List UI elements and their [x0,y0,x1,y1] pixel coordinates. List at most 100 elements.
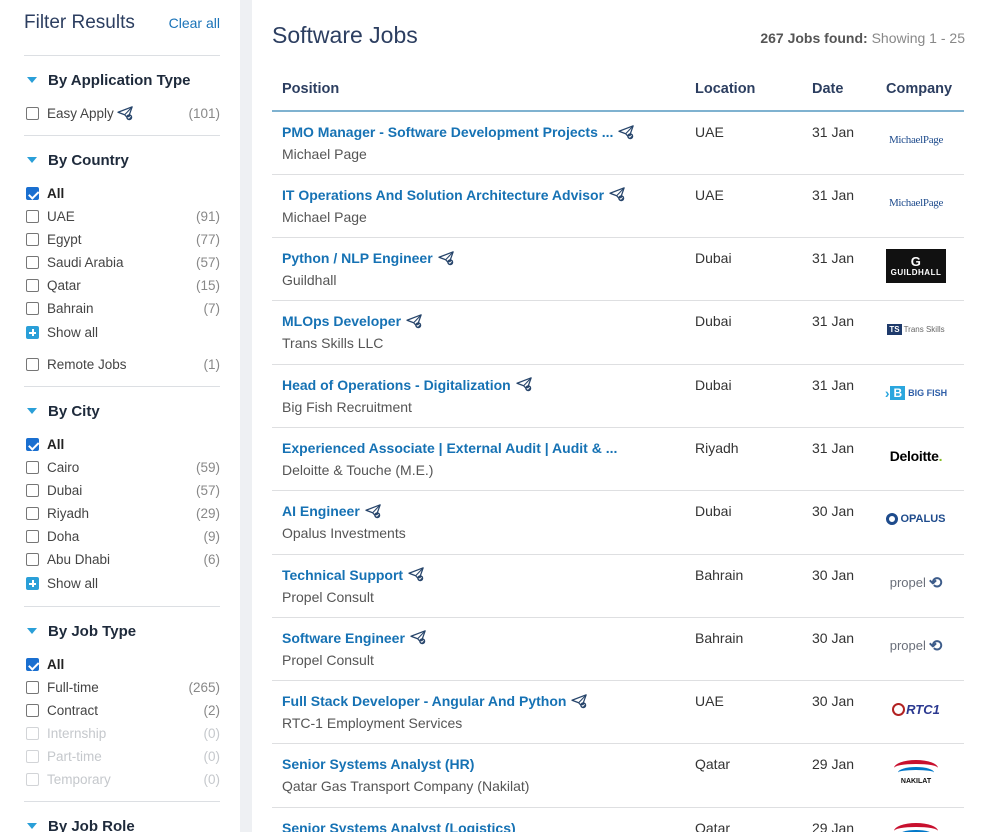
column-header-company[interactable]: Company [876,73,964,112]
job-row[interactable]: Head of Operations - Digitalization Big F… [272,364,964,428]
checkbox[interactable] [26,233,39,246]
checkbox[interactable] [26,484,39,497]
filter-option-all[interactable]: All [24,182,220,205]
option-label: Doha [47,529,80,544]
paper-plane-check-icon [117,105,133,120]
filter-option-full-time[interactable]: Full-time (265) [24,676,220,699]
company-logo[interactable]: MichaelPage [884,120,948,160]
filter-option-cairo[interactable]: Cairo (59) [24,456,220,479]
job-row[interactable]: PMO Manager - Software Development Proje… [272,111,964,175]
company-logo[interactable]: Deloitte. [884,436,948,476]
job-location: Riyadh [685,427,802,492]
option-label: Dubai [47,483,83,498]
checkbox[interactable] [26,187,39,200]
job-title-link[interactable]: PMO Manager - Software Development Proje… [282,124,675,140]
filter-option-uae[interactable]: UAE (91) [24,205,220,228]
section-header-country[interactable]: By Country [24,136,220,182]
filter-option-abu-dhabi[interactable]: Abu Dhabi (6) [24,548,220,571]
filter-option-doha[interactable]: Doha (9) [24,525,220,548]
company-logo[interactable]: MichaelPage [884,183,948,223]
job-title-link[interactable]: Full Stack Developer - Angular And Pytho… [282,693,675,709]
column-header-position[interactable]: Position [272,73,685,112]
job-title-link[interactable]: Head of Operations - Digitalization [282,377,675,393]
column-header-date[interactable]: Date [802,73,876,112]
filter-option-easy-apply[interactable]: Easy Apply (101) [24,102,220,125]
filter-option-all[interactable]: All [24,433,220,456]
job-title-text: IT Operations And Solution Architecture … [282,186,605,203]
easy-apply-icon [362,503,382,519]
checkbox[interactable] [26,658,39,671]
checkbox[interactable] [26,530,39,543]
section-header-city[interactable]: By City [24,387,220,433]
job-row[interactable]: Full Stack Developer - Angular And Pytho… [272,680,964,745]
job-row[interactable]: Software Engineer Propel Consult Bahrain 30… [272,617,964,682]
option-count: (0) [203,749,221,764]
job-title-link[interactable]: IT Operations And Solution Architecture … [282,187,675,203]
company-logo[interactable]: propel ⟲ [884,563,948,603]
checkbox[interactable] [26,553,39,566]
checkbox[interactable] [26,461,39,474]
column-header-location[interactable]: Location [685,73,802,112]
filter-option-egypt[interactable]: Egypt (77) [24,228,220,251]
company-logo[interactable]: TS Trans Skills [884,309,948,349]
checkbox[interactable] [26,107,39,120]
job-row[interactable]: Senior Systems Analyst (HR) Qatar Gas Tra… [272,743,964,808]
checkbox[interactable] [26,704,39,717]
company-logo[interactable]: G GUILDHALL [884,246,948,286]
job-position-cell: Technical Support Propel Consult [272,554,685,618]
checkbox[interactable] [26,358,39,371]
show-all-cities[interactable]: Show all [24,571,220,596]
company-logo[interactable]: › B BIG FISH [884,373,948,413]
clear-all-link[interactable]: Clear all [169,15,220,31]
job-row[interactable]: IT Operations And Solution Architecture … [272,174,964,239]
company-logo[interactable]: propel ⟲ [884,626,948,666]
option-label: Temporary [47,772,111,787]
job-title-link[interactable]: MLOps Developer [282,313,675,329]
showing-range: Showing 1 - 25 [871,30,965,46]
job-row[interactable]: Senior Systems Analyst (Logistics) Qatar … [272,807,964,832]
company-logo[interactable]: NAKILAT [884,752,948,792]
checkbox[interactable] [26,438,39,451]
checkbox[interactable] [26,279,39,292]
job-title-link[interactable]: Senior Systems Analyst (HR) [282,756,675,772]
job-row[interactable]: Python / NLP Engineer Guildhall Dubai 31 Ja… [272,237,964,302]
job-row[interactable]: MLOps Developer Trans Skills LLC Dubai 31 J… [272,300,964,365]
checkbox[interactable] [26,302,39,315]
checkbox[interactable] [26,210,39,223]
company-logo-cell: NAKILAT [876,807,964,832]
filter-option-riyadh[interactable]: Riyadh (29) [24,502,220,525]
company-logo[interactable]: RTC1 [884,689,948,729]
filter-option-qatar[interactable]: Qatar (15) [24,274,220,297]
section-header-job-role[interactable]: By Job Role [24,802,220,832]
company-name: Opalus Investments [282,525,406,542]
company-logo[interactable]: NAKILAT [884,816,948,832]
filter-option-all[interactable]: All [24,653,220,676]
section-header-application-type[interactable]: By Application Type [24,56,220,102]
easy-apply-icon [615,124,635,140]
filter-option-remote-jobs[interactable]: Remote Jobs (1) [24,353,220,376]
job-title-link[interactable]: Technical Support [282,567,675,583]
checkbox[interactable] [26,256,39,269]
filter-option-bahrain[interactable]: Bahrain (7) [24,297,220,320]
job-location: Qatar [685,743,802,808]
company-logo[interactable]: OPALUS [884,499,948,539]
job-title-link[interactable]: Software Engineer [282,630,675,646]
filter-option-dubai[interactable]: Dubai (57) [24,479,220,502]
checkbox[interactable] [26,507,39,520]
filter-option-contract[interactable]: Contract (2) [24,699,220,722]
job-position-cell: PMO Manager - Software Development Proje… [272,111,685,175]
job-row[interactable]: Experienced Associate | External Audit |… [272,427,964,492]
job-row[interactable]: AI Engineer Opalus Investments Dubai 30 Jan… [272,490,964,555]
job-title-link[interactable]: AI Engineer [282,503,675,519]
filter-option-saudi-arabia[interactable]: Saudi Arabia (57) [24,251,220,274]
easy-apply-icon [568,693,588,709]
show-all-countries[interactable]: Show all [24,320,220,345]
section-header-job-type[interactable]: By Job Type [24,607,220,653]
job-row[interactable]: Technical Support Propel Consult Bahrain 30… [272,554,964,618]
job-location: Dubai [685,300,802,365]
job-title-link[interactable]: Python / NLP Engineer [282,250,675,266]
job-title-link[interactable]: Experienced Associate | External Audit |… [282,440,675,456]
checkbox[interactable] [26,681,39,694]
job-title-link[interactable]: Senior Systems Analyst (Logistics) [282,820,675,832]
show-all-label: Show all [47,576,99,591]
